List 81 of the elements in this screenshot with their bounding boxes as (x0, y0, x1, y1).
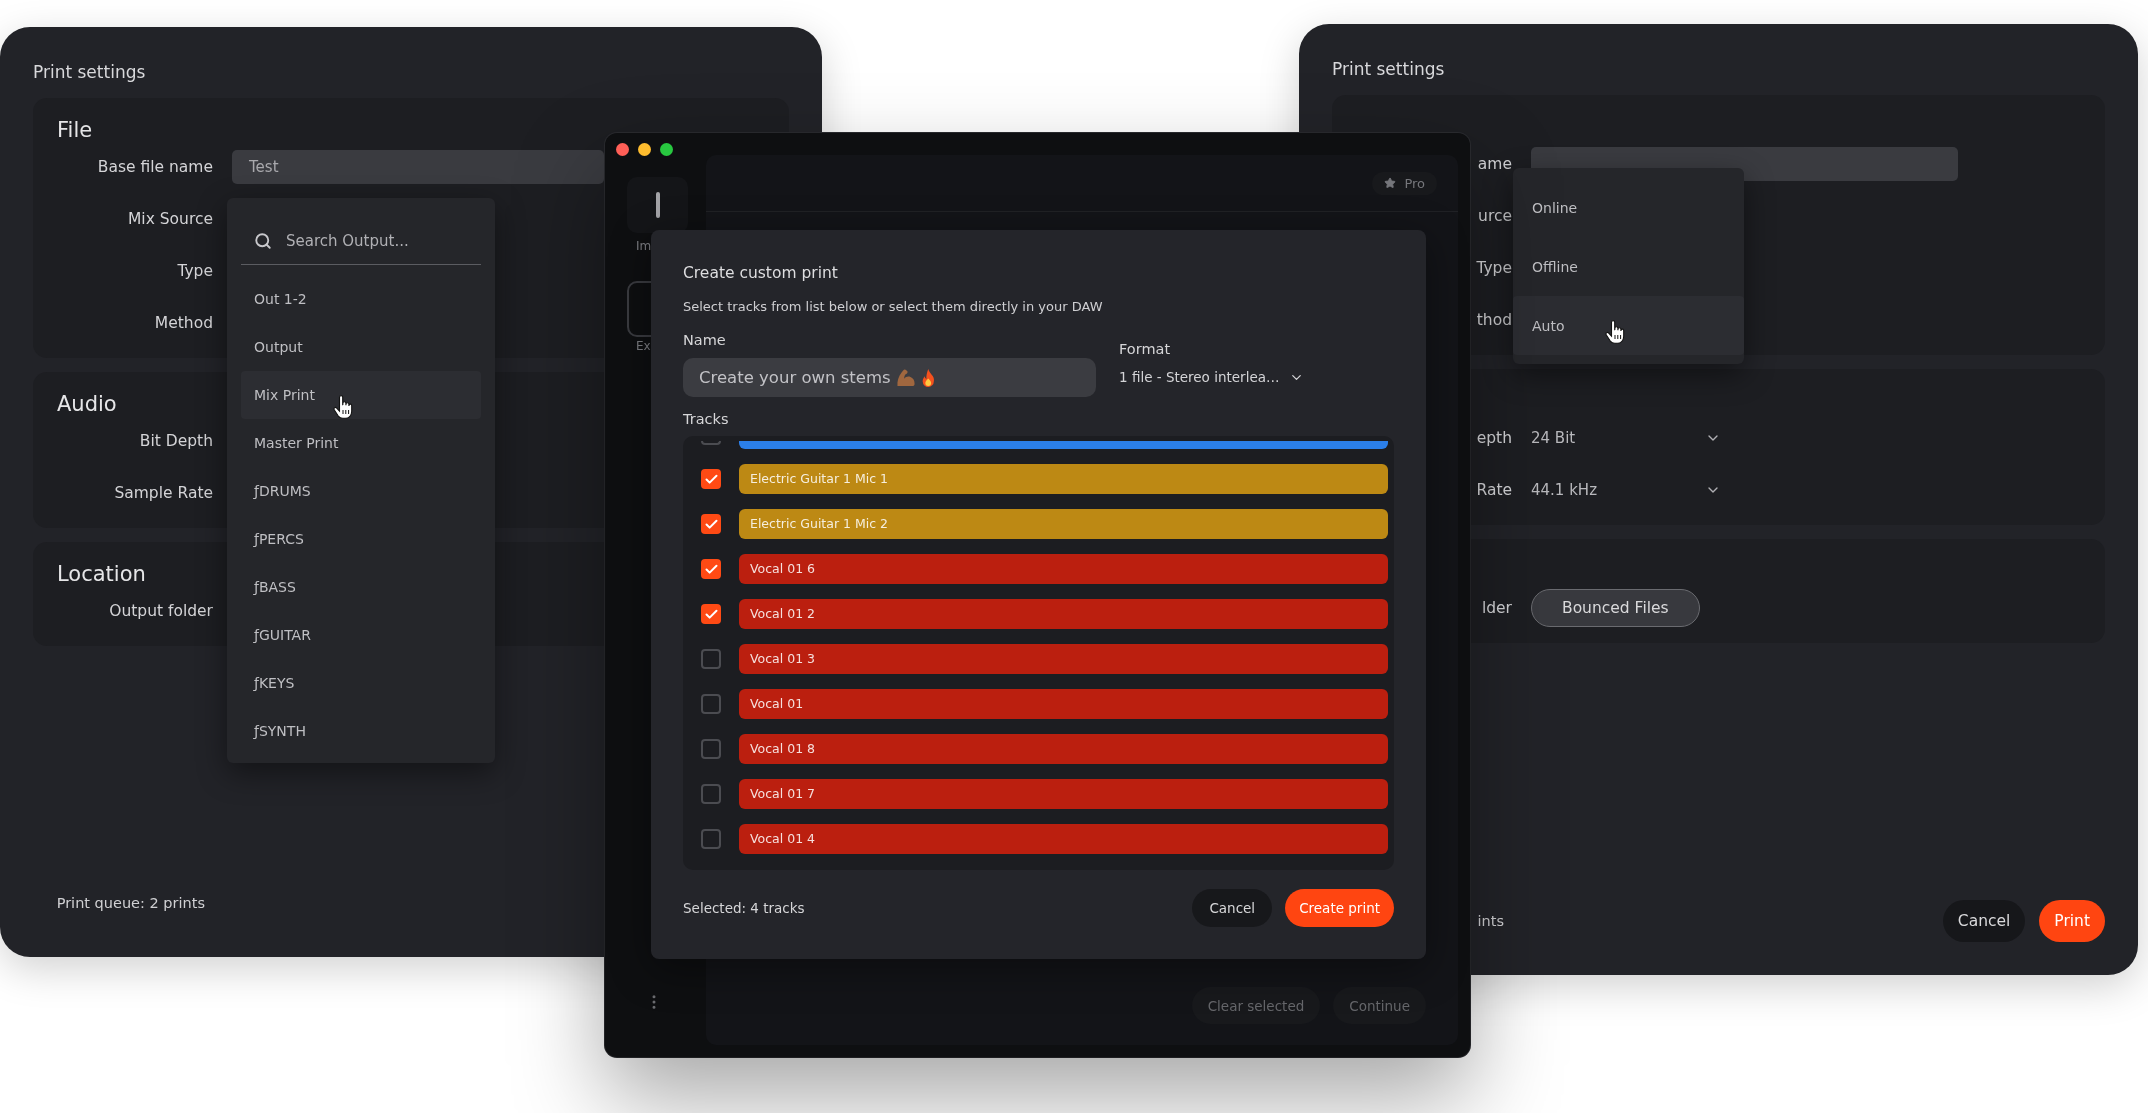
search-icon (254, 231, 272, 250)
checkbox[interactable] (701, 514, 721, 534)
field-label: thod (1476, 310, 1512, 330)
format-select[interactable]: 1 file - Stereo interlea… (1119, 367, 1305, 387)
field-label: Format (1119, 340, 1171, 359)
section-heading: Audio (57, 391, 117, 418)
menu-item[interactable]: Mix Print (241, 371, 481, 419)
sidebar-tile[interactable] (627, 177, 688, 233)
track-bar[interactable]: Vocal 01 2 (739, 599, 1388, 629)
menu-item[interactable]: Master Print (241, 419, 481, 467)
track-bar[interactable]: Vocal 01 6 (739, 554, 1388, 584)
field-label: Method (154, 313, 213, 333)
selection-count: Selected: 4 tracks (683, 899, 805, 918)
field-label: Sample Rate (114, 483, 213, 503)
field-label: lder (1481, 598, 1512, 618)
track-bar[interactable]: Vocal 01 (739, 689, 1388, 719)
flexed-arm-icon (896, 368, 915, 387)
track-bar[interactable]: Vocal 01 4 (739, 824, 1388, 854)
dropdown-select[interactable]: 44.1 kHz (1531, 473, 1721, 507)
maximize-window-icon[interactable] (660, 143, 673, 156)
dropdown-select[interactable]: 24 Bit (1531, 421, 1721, 455)
track-bar[interactable]: Vocal 01 7 (739, 779, 1388, 809)
field-label: Type (177, 261, 213, 281)
section-heading: Location (57, 561, 146, 588)
field-label: Bit Depth (139, 431, 213, 451)
checkbox[interactable] (701, 784, 721, 804)
sidebar-label: Im (636, 238, 652, 254)
star-icon (1384, 177, 1397, 189)
print-queue-text: ints (1477, 912, 1504, 931)
menu-item[interactable]: ƒPERCS (241, 515, 481, 563)
window-title: Print settings (1332, 58, 1445, 81)
checkbox[interactable] (701, 694, 721, 714)
menu-item[interactable]: Online (1513, 178, 1744, 237)
secondary-button[interactable]: Cancel (1942, 900, 2026, 942)
track-bar[interactable]: Vocal 01 3 (739, 644, 1388, 674)
folder-button[interactable]: Bounced Files (1531, 589, 1700, 627)
menu-item[interactable]: Offline (1513, 237, 1744, 296)
field-label: Tracks (683, 410, 729, 429)
checkbox[interactable] (701, 739, 721, 759)
dialog-title: Create custom print (683, 263, 838, 284)
menu-item[interactable]: Out 1-2 (241, 275, 481, 323)
menu-item[interactable]: ƒDRUMS (241, 467, 481, 515)
field-label: Name (683, 331, 726, 350)
vertical-bar-icon (655, 192, 660, 218)
menu-item[interactable]: Auto (1513, 296, 1744, 355)
menu-item[interactable]: ƒGUITAR (241, 611, 481, 659)
sidebar-label: Ex (636, 338, 651, 354)
menu-item[interactable]: ƒSYNTH (241, 707, 481, 755)
checkbox[interactable] (701, 469, 721, 489)
search-field[interactable]: Search Output... (241, 217, 481, 265)
minimize-window-icon[interactable] (638, 143, 651, 156)
section-heading: File (57, 117, 93, 144)
field-label: Base file name (97, 157, 213, 177)
field-label: Rate (1476, 480, 1512, 500)
name-field[interactable]: Create your own stems (683, 358, 1096, 397)
checkbox[interactable] (701, 649, 721, 669)
hand-cursor-icon (333, 395, 353, 419)
fire-icon (920, 368, 936, 387)
pro-button[interactable]: Pro (1372, 171, 1437, 195)
field-label: epth (1476, 428, 1512, 448)
menu-item[interactable]: ƒBASS (241, 563, 481, 611)
track-bar[interactable] (739, 441, 1388, 449)
text-field[interactable]: Test (232, 150, 604, 184)
window-title: Print settings (33, 61, 146, 84)
print-queue-text: Print queue: 2 prints (56, 894, 205, 913)
field-label: Mix Source (128, 209, 213, 229)
checkbox[interactable] (701, 604, 721, 624)
checkbox[interactable] (701, 829, 721, 849)
field-label: Output folder (109, 601, 213, 621)
field-label: urce (1478, 206, 1512, 226)
field-label: ame (1477, 154, 1512, 174)
checkbox[interactable] (701, 441, 721, 445)
field-label: Type (1476, 258, 1512, 278)
menu-item[interactable]: Output (241, 323, 481, 371)
checkbox[interactable] (701, 559, 721, 579)
track-bar[interactable]: Vocal 01 8 (739, 734, 1388, 764)
dialog-subtitle: Select tracks from list below or select them directly in your DAW (683, 298, 1103, 316)
menu-item[interactable]: ƒKEYS (241, 659, 481, 707)
secondary-button[interactable]: Cancel (1192, 889, 1273, 927)
close-window-icon[interactable] (616, 143, 629, 156)
hand-cursor-icon (1605, 320, 1625, 344)
